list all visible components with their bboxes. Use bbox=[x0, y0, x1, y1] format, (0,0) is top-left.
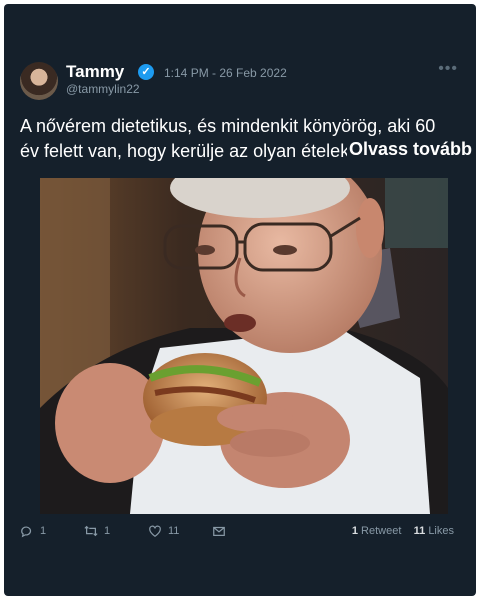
verified-icon: ✓ bbox=[138, 64, 154, 80]
message-button[interactable] bbox=[212, 524, 226, 538]
retweet-count: 1 bbox=[104, 525, 111, 537]
action-bar: 1 1 11 1 Retweet 11 Likes bbox=[20, 524, 470, 542]
author-handle[interactable]: @tammylin22 bbox=[66, 82, 140, 96]
tweet-timestamp[interactable]: 1:14 PM - 26 Feb 2022 bbox=[164, 66, 287, 80]
likes-label[interactable]: Likes bbox=[428, 525, 454, 537]
photo-illustration bbox=[40, 178, 448, 514]
tweet-text-line1: A nővérem dietetikus, és mindenkit könyö… bbox=[20, 116, 436, 136]
like-button[interactable]: 11 bbox=[148, 524, 179, 538]
reply-count: 1 bbox=[40, 525, 47, 537]
like-icon bbox=[149, 525, 161, 537]
avatar[interactable] bbox=[20, 62, 58, 100]
like-count: 11 bbox=[168, 525, 180, 537]
retweets-label[interactable]: Retweet bbox=[361, 525, 401, 537]
read-more-link[interactable]: Olvass tovább bbox=[346, 139, 472, 160]
tweet-stats: 1 Retweet 11 Likes bbox=[352, 525, 454, 537]
retweets-number: 1 bbox=[351, 525, 358, 537]
retweet-button[interactable]: 1 bbox=[84, 524, 110, 538]
reply-button[interactable]: 1 bbox=[20, 524, 46, 538]
reply-icon bbox=[21, 526, 32, 538]
tweet-card: Tammy ✓ 1:14 PM - 26 Feb 2022 ••• @tammy… bbox=[4, 4, 476, 596]
retweet-icon bbox=[84, 525, 98, 537]
more-icon[interactable]: ••• bbox=[438, 60, 458, 78]
author-name[interactable]: Tammy bbox=[66, 62, 124, 82]
likes-number: 11 bbox=[413, 525, 426, 537]
message-icon bbox=[213, 526, 225, 536]
tweet-photo[interactable] bbox=[40, 178, 448, 514]
